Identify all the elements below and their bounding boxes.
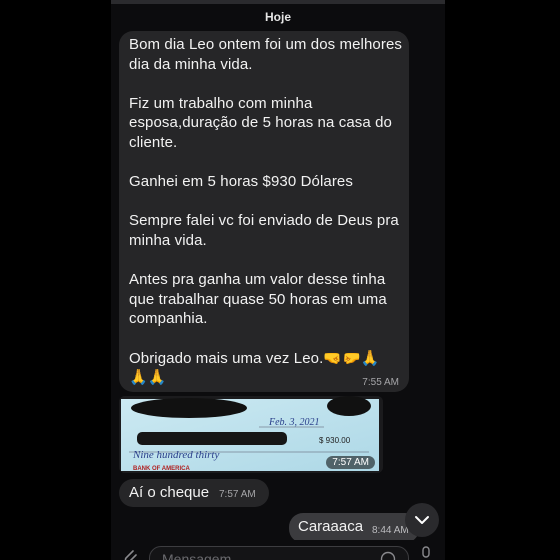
chat-screen: Hoje Bom dia Leo ontem foi um dos melhor… (111, 0, 445, 560)
chevron-down-icon (415, 516, 429, 524)
header-strip (111, 0, 445, 4)
message-time: 7:57 AM (219, 489, 256, 500)
message-input[interactable]: Mensagem (149, 546, 409, 560)
incoming-message[interactable]: Bom dia Leo ontem foi um dos melhores di… (119, 31, 409, 392)
incoming-message-cheque[interactable]: Aí o cheque 7:57 AM (119, 479, 269, 507)
cheque-date: Feb. 3, 2021 (268, 417, 320, 428)
message-text: Aí o cheque (129, 484, 210, 501)
cheque-words: Nine hundred thirty (132, 449, 219, 461)
message-text: Bom dia Leo ontem foi um dos melhores di… (129, 36, 403, 387)
sticker-icon[interactable] (380, 551, 396, 560)
date-separator: Hoje (264, 10, 291, 24)
photo-time: 7:57 AM (326, 456, 375, 469)
message-text: Caraaaca (298, 518, 364, 535)
bank-logo: BANK OF AMERICA (133, 466, 190, 472)
message-input-placeholder: Mensagem (162, 551, 232, 560)
message-time: 7:55 AM (362, 377, 399, 388)
scroll-down-button[interactable] (405, 503, 439, 537)
message-input-bar: Mensagem (111, 540, 445, 560)
cheque-photo[interactable]: Feb. 3, 2021 $ 930.00 Nine hundred thirt… (119, 396, 383, 473)
microphone-icon[interactable] (419, 546, 433, 560)
outgoing-message[interactable]: Caraaaca 8:44 AM (289, 513, 419, 543)
cheque-amount: $ 930.00 (319, 436, 351, 445)
message-time: 8:44 AM (372, 525, 409, 536)
paperclip-icon[interactable] (119, 545, 139, 560)
